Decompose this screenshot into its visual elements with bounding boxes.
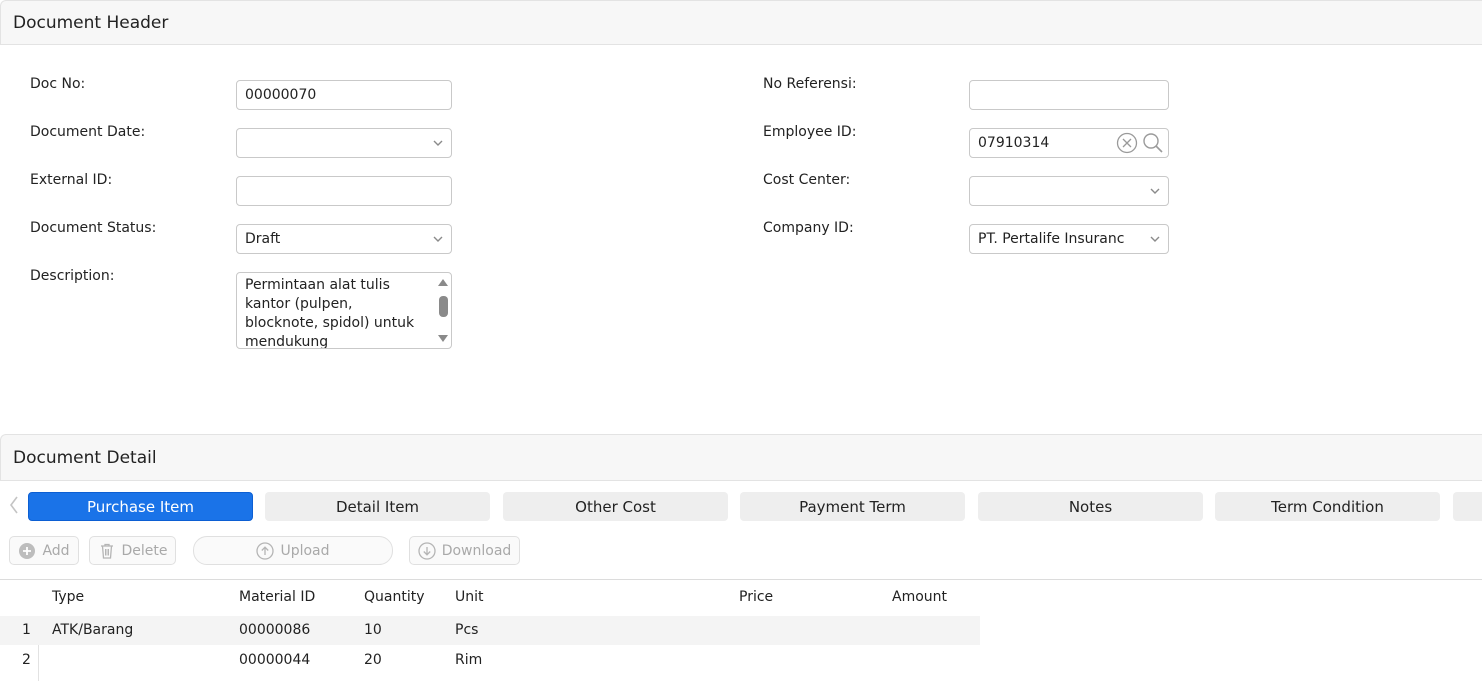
employee-id-field[interactable]: 07910314 bbox=[969, 128, 1169, 158]
column-header-amount[interactable]: Amount bbox=[892, 589, 947, 605]
document-header-title-text: Document Header bbox=[13, 12, 169, 33]
description-scrollbar[interactable] bbox=[437, 275, 449, 346]
cell-unit[interactable]: Pcs bbox=[455, 622, 478, 638]
document-status-value: Draft bbox=[245, 231, 281, 247]
delete-button[interactable]: Delete bbox=[89, 536, 176, 565]
cell-quantity[interactable]: 10 bbox=[364, 622, 382, 638]
delete-button-label: Delete bbox=[121, 542, 168, 559]
plus-circle-icon bbox=[19, 542, 36, 559]
doc-no-label: Doc No: bbox=[30, 76, 86, 92]
download-button-label: Download bbox=[441, 542, 512, 559]
chevron-down-icon bbox=[433, 236, 443, 242]
table-divider bbox=[0, 579, 1482, 580]
row-number: 2 bbox=[22, 652, 31, 668]
document-date-label: Document Date: bbox=[30, 124, 146, 140]
cell-material-id[interactable]: 00000086 bbox=[239, 622, 310, 638]
doc-no-value: 00000070 bbox=[245, 87, 317, 103]
add-button[interactable]: Add bbox=[9, 536, 79, 565]
company-id-label: Company ID: bbox=[763, 220, 854, 236]
document-detail-title-text: Document Detail bbox=[13, 447, 157, 468]
external-id-field[interactable] bbox=[236, 176, 452, 206]
document-status-select[interactable]: Draft bbox=[236, 224, 452, 254]
description-textarea[interactable]: Permintaan alat tulis kantor (pulpen, bl… bbox=[236, 272, 452, 349]
chevron-down-icon bbox=[433, 140, 443, 146]
scroll-thumb[interactable] bbox=[439, 296, 448, 317]
tab-detail-item[interactable]: Detail Item bbox=[265, 492, 490, 521]
column-header-price[interactable]: Price bbox=[739, 589, 773, 605]
cost-center-select[interactable] bbox=[969, 176, 1169, 206]
description-label: Description: bbox=[30, 268, 115, 284]
download-icon bbox=[418, 541, 436, 560]
chevron-down-icon bbox=[1150, 188, 1160, 194]
cell-material-id[interactable]: 00000044 bbox=[239, 652, 310, 668]
document-status-label: Document Status: bbox=[30, 220, 157, 236]
cell-unit[interactable]: Rim bbox=[455, 652, 482, 668]
column-header-unit[interactable]: Unit bbox=[455, 589, 484, 605]
tab-overflow-partial[interactable] bbox=[1453, 492, 1482, 521]
tab-purchase-item[interactable]: Purchase Item bbox=[28, 492, 253, 521]
no-referensi-field[interactable] bbox=[969, 80, 1169, 110]
no-referensi-label: No Referensi: bbox=[763, 76, 857, 92]
search-icon[interactable] bbox=[1142, 132, 1164, 154]
add-button-label: Add bbox=[42, 542, 70, 559]
employee-id-label: Employee ID: bbox=[763, 124, 857, 140]
company-id-select[interactable]: PT. Pertalife Insuranc bbox=[969, 224, 1169, 254]
document-date-select[interactable] bbox=[236, 128, 452, 158]
doc-no-field[interactable]: 00000070 bbox=[236, 80, 452, 110]
description-value: Permintaan alat tulis kantor (pulpen, bl… bbox=[245, 277, 415, 349]
upload-button[interactable]: Upload bbox=[193, 536, 393, 565]
table-row[interactable]: 1 ATK/Barang 00000086 10 Pcs bbox=[0, 616, 980, 645]
clear-icon[interactable] bbox=[1116, 132, 1138, 154]
column-header-material-id[interactable]: Material ID bbox=[239, 589, 315, 605]
tab-payment-term[interactable]: Payment Term bbox=[740, 492, 965, 521]
document-header-title: Document Header bbox=[0, 0, 1482, 45]
scroll-up-arrow-icon[interactable] bbox=[437, 277, 449, 287]
column-header-type[interactable]: Type bbox=[52, 589, 84, 605]
tab-notes[interactable]: Notes bbox=[978, 492, 1203, 521]
chevron-down-icon bbox=[1150, 236, 1160, 242]
document-detail-title: Document Detail bbox=[0, 434, 1482, 481]
upload-button-label: Upload bbox=[280, 542, 330, 559]
tab-scroll-left-icon[interactable] bbox=[6, 493, 22, 517]
row-number: 1 bbox=[22, 622, 31, 638]
tab-term-condition[interactable]: Term Condition bbox=[1215, 492, 1440, 521]
table-row[interactable]: 2 00000044 20 Rim bbox=[0, 646, 980, 675]
trash-icon bbox=[100, 543, 113, 559]
cell-quantity[interactable]: 20 bbox=[364, 652, 382, 668]
upload-icon bbox=[256, 541, 275, 560]
cell-type[interactable]: ATK/Barang bbox=[52, 622, 133, 638]
company-id-value: PT. Pertalife Insuranc bbox=[978, 231, 1125, 247]
tab-other-cost[interactable]: Other Cost bbox=[503, 492, 728, 521]
column-header-quantity[interactable]: Quantity bbox=[364, 589, 425, 605]
external-id-label: External ID: bbox=[30, 172, 113, 188]
scroll-down-arrow-icon[interactable] bbox=[437, 334, 449, 344]
cost-center-label: Cost Center: bbox=[763, 172, 851, 188]
download-button[interactable]: Download bbox=[409, 536, 520, 565]
employee-id-value: 07910314 bbox=[978, 135, 1050, 151]
